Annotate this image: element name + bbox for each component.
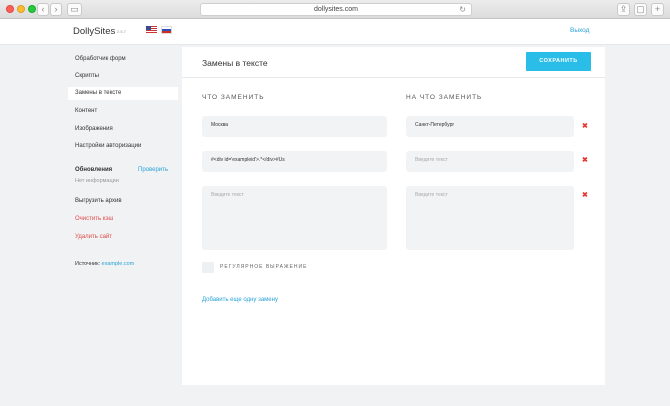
us-flag-icon[interactable]: [146, 26, 157, 34]
delete-row-icon[interactable]: ✖: [582, 122, 588, 130]
replace-from-input[interactable]: #<div id='exampleid'>.*</div>#Us: [202, 151, 387, 172]
panel-header: Замены в тексте СОХРАНИТЬ: [182, 47, 605, 78]
ru-flag-icon[interactable]: [161, 26, 172, 34]
logo[interactable]: DollySites: [73, 26, 115, 37]
delete-row-icon[interactable]: ✖: [582, 191, 588, 199]
site-header: DollySites 2.5.7 Выход: [0, 19, 670, 45]
updates-title: Обновления: [75, 167, 113, 173]
reload-icon[interactable]: ↻: [459, 4, 466, 15]
url-text: dollysites.com: [314, 6, 358, 13]
clear-cache-link[interactable]: Очистить кэш: [68, 213, 178, 226]
delete-site-link[interactable]: Удалить сайт: [68, 231, 178, 244]
column-header-from: ЧТО ЗАМЕНИТЬ: [202, 94, 265, 101]
minimize-window-button[interactable]: [17, 5, 25, 13]
save-button[interactable]: СОХРАНИТЬ: [526, 52, 591, 71]
check-updates-link[interactable]: Проверить: [138, 167, 168, 173]
logout-link[interactable]: Выход: [570, 27, 589, 34]
zoom-window-button[interactable]: [28, 5, 36, 13]
replace-from-textarea[interactable]: Введите текст: [202, 186, 387, 250]
regex-checkbox-label: РЕГУЛЯРНОЕ ВЫРАЖЕНИЕ: [220, 264, 308, 270]
sidebar-item-images[interactable]: Изображения: [68, 123, 178, 136]
sidebar-item-scripts[interactable]: Скрипты: [68, 70, 178, 83]
sidebar-item-replacements[interactable]: Замены в тексте: [68, 87, 178, 100]
version-label: 2.5.7: [117, 29, 126, 34]
browser-toolbar: ‹ › ▭ dollysites.com ↻ ⇪ ▢ +: [0, 0, 670, 19]
download-archive-link[interactable]: Выгрузить архив: [68, 195, 178, 208]
updates-status: Нет информации: [75, 178, 119, 184]
forward-button[interactable]: ›: [50, 3, 62, 16]
sidebar-toggle-icon[interactable]: ▭: [67, 3, 82, 16]
replace-from-input[interactable]: Москва: [202, 116, 387, 137]
regex-checkbox[interactable]: [202, 262, 214, 273]
add-replacement-link[interactable]: Добавить еще одну замену: [202, 297, 278, 303]
new-tab-icon[interactable]: +: [651, 3, 664, 16]
address-bar[interactable]: dollysites.com ↻: [200, 3, 472, 16]
sidebar-item-auth-settings[interactable]: Настройки авторизации: [68, 140, 178, 153]
share-icon[interactable]: ⇪: [617, 3, 630, 16]
source-info: Источник: example.com: [75, 261, 134, 267]
sidebar-item-content[interactable]: Контент: [68, 105, 178, 118]
replace-to-input[interactable]: Введите текст: [406, 151, 574, 172]
main-panel: Замены в тексте СОХРАНИТЬ ЧТО ЗАМЕНИТЬ Н…: [182, 47, 605, 385]
back-button[interactable]: ‹: [37, 3, 49, 16]
tabs-icon[interactable]: ▢: [634, 3, 647, 16]
close-window-button[interactable]: [6, 5, 14, 13]
replace-to-textarea[interactable]: Введите текст: [406, 186, 574, 250]
column-header-to: НА ЧТО ЗАМЕНИТЬ: [406, 94, 483, 101]
replace-to-input[interactable]: Санкт-Петербург: [406, 116, 574, 137]
delete-row-icon[interactable]: ✖: [582, 156, 588, 164]
page-title: Замены в тексте: [202, 58, 268, 68]
source-link[interactable]: example.com: [102, 261, 135, 267]
sidebar-item-forms[interactable]: Обработчик форм: [68, 53, 178, 66]
source-label: Источник:: [75, 261, 101, 267]
